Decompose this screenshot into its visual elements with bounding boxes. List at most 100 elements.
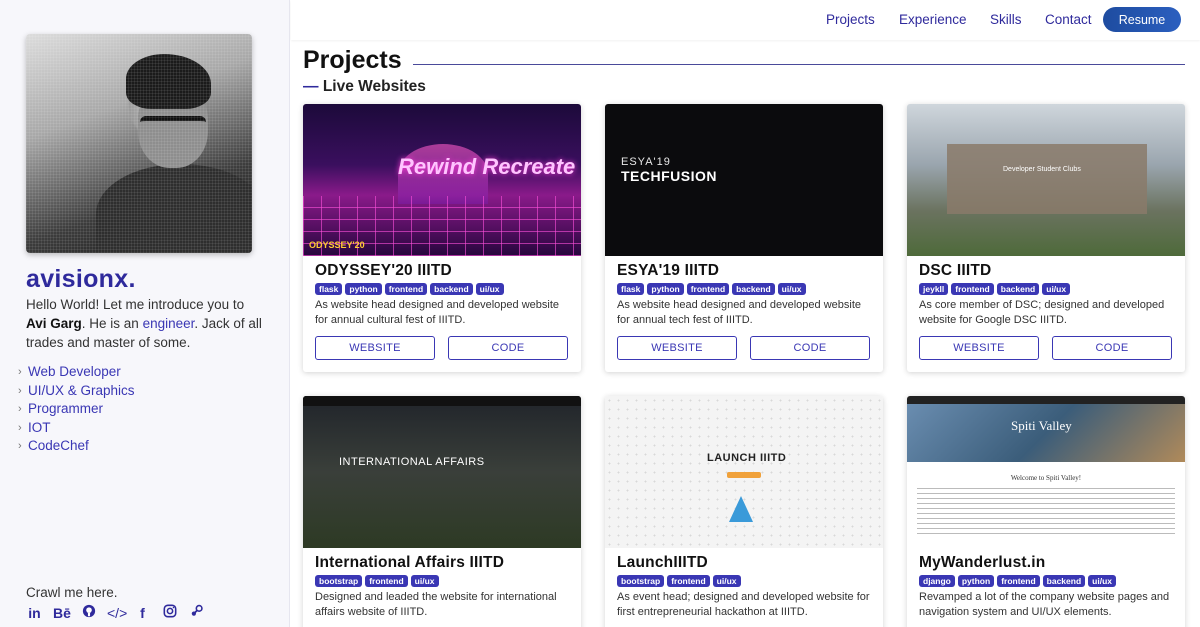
project-card-mywanderlust: Spiti Valley Welcome to Spiti Valley! My… — [907, 396, 1185, 627]
role-programmer[interactable]: › Programmer — [18, 400, 135, 419]
project-tags: flask python frontend backend ui/ux — [315, 283, 504, 295]
tag: flask — [617, 283, 645, 295]
code-button[interactable]: CODE — [448, 336, 568, 360]
roles-list: › Web Developer › UI/UX & Graphics › Progra… — [18, 363, 135, 456]
role-label: Web Developer — [28, 364, 121, 379]
engineer-link[interactable]: engineer — [143, 316, 195, 331]
intro-mid: . He is an — [81, 316, 139, 331]
project-description: As event head; designed and developed we… — [617, 591, 870, 618]
project-tags: jeykll frontend backend ui/ux — [919, 283, 1071, 295]
tag: backend — [732, 283, 775, 295]
sidebar: avisionx. Hello World! Let me introduce … — [0, 0, 290, 627]
social-links: in Bē </> f — [26, 604, 205, 621]
chevron-right-icon: › — [18, 403, 22, 415]
tag: bootstrap — [617, 575, 665, 587]
chevron-right-icon: › — [18, 440, 22, 452]
tag: bootstrap — [315, 575, 363, 587]
facebook-icon[interactable]: f — [134, 605, 151, 621]
role-codechef[interactable]: › CodeChef — [18, 437, 135, 456]
tag: python — [647, 283, 684, 295]
crawl-label: Crawl me here. — [26, 585, 118, 600]
project-thumbnail: Spiti Valley Welcome to Spiti Valley! — [907, 396, 1185, 548]
project-tags: bootstrap frontend ui/ux — [617, 575, 741, 587]
role-label: CodeChef — [28, 438, 89, 453]
brand-name: avisionx. — [26, 265, 136, 293]
intro-pre: Hello World! Let me introduce you to — [26, 297, 245, 312]
project-tags: django python frontend backend ui/ux — [919, 575, 1116, 587]
tag: ui/ux — [712, 575, 741, 587]
project-title: DSC IIITD — [919, 262, 992, 279]
tag: backend — [430, 283, 473, 295]
role-label: Programmer — [28, 401, 104, 416]
project-title: MyWanderlust.in — [919, 554, 1046, 571]
intro-text: Hello World! Let me introduce you to Avi… — [26, 295, 266, 352]
tag: ui/ux — [475, 283, 504, 295]
chevron-right-icon: › — [18, 421, 22, 434]
tag: flask — [315, 283, 343, 295]
resume-button[interactable]: Resume — [1103, 7, 1181, 32]
section-subtitle: — Live Websites — [303, 78, 426, 95]
tag: django — [919, 575, 955, 587]
linkedin-icon[interactable]: in — [26, 605, 43, 621]
top-nav: Projects Experience Skills Contact Resum… — [291, 0, 1200, 40]
tag: frontend — [686, 283, 730, 295]
nav-projects[interactable]: Projects — [826, 12, 875, 27]
project-title: LaunchIIITD — [617, 554, 708, 571]
project-card-launchiiitd: LAUNCH IIITD LaunchIIITD bootstrap front… — [605, 396, 883, 627]
thumbnail-text: Spiti Valley — [1011, 418, 1072, 433]
behance-icon[interactable]: Bē — [53, 605, 71, 621]
chevron-right-icon: › — [18, 366, 22, 378]
role-iot[interactable]: › IOT — [18, 419, 135, 438]
website-button[interactable]: WEBSITE — [315, 336, 435, 360]
github-icon[interactable] — [80, 604, 97, 621]
project-thumbnail: Rewind Recreate ODYSSEY'20 — [303, 104, 581, 256]
thumbnail-text: Rewind Recreate — [398, 154, 576, 179]
project-tags: bootstrap frontend ui/ux — [315, 575, 439, 587]
website-button[interactable]: WEBSITE — [617, 336, 737, 360]
role-uiux-graphics[interactable]: › UI/UX & Graphics — [18, 382, 135, 401]
project-description: As website head designed and developed w… — [617, 299, 862, 326]
nav-experience[interactable]: Experience — [899, 12, 967, 27]
project-thumbnail: INTERNATIONAL AFFAIRS — [303, 396, 581, 548]
website-button[interactable]: WEBSITE — [919, 336, 1039, 360]
tag: backend — [996, 283, 1040, 295]
project-thumbnail: LAUNCH IIITD — [605, 396, 883, 548]
rocket-icon — [729, 496, 753, 522]
thumbnail-text: ESYA'19 — [621, 156, 671, 168]
project-tags: flask python frontend backend ui/ux — [617, 283, 806, 295]
project-description: As website head designed and developed w… — [315, 299, 560, 326]
steam-icon[interactable] — [188, 604, 205, 621]
tag: ui/ux — [1088, 575, 1116, 587]
tag: frontend — [667, 575, 710, 587]
role-web-developer[interactable]: › Web Developer — [18, 363, 135, 382]
code-button[interactable]: CODE — [1052, 336, 1172, 360]
tag: frontend — [384, 283, 428, 295]
project-description: Designed and leaded the website for inte… — [315, 591, 557, 618]
code-icon[interactable]: </> — [107, 605, 127, 621]
tag: backend — [1042, 575, 1086, 587]
tag: ui/ux — [777, 283, 806, 295]
project-thumbnail: ESYA'19 TECHFUSION — [605, 104, 883, 256]
tag: jeykll — [919, 283, 949, 295]
tag: ui/ux — [410, 575, 439, 587]
thumbnail-text: INTERNATIONAL AFFAIRS — [339, 456, 485, 468]
thumbnail-text: LAUNCH IIITD — [707, 452, 787, 464]
profile-photo — [26, 34, 252, 253]
nav-contact[interactable]: Contact — [1045, 12, 1092, 27]
project-card-odyssey: Rewind Recreate ODYSSEY'20 ODYSSEY'20 II… — [303, 104, 581, 372]
project-title: ODYSSEY'20 IIITD — [315, 262, 452, 279]
role-label: IOT — [28, 419, 51, 435]
tag: ui/ux — [1042, 283, 1071, 295]
intro-name: Avi Garg — [26, 316, 82, 331]
tag: frontend — [997, 575, 1040, 587]
nav-skills[interactable]: Skills — [990, 12, 1022, 27]
project-thumbnail: Developer Student Clubs — [907, 104, 1185, 256]
tag: python — [957, 575, 995, 587]
code-button[interactable]: CODE — [750, 336, 870, 360]
project-card-dsc: Developer Student Clubs DSC IIITD jeykll… — [907, 104, 1185, 372]
project-title: ESYA'19 IIITD — [617, 262, 720, 279]
subheading-text: Live Websites — [322, 78, 426, 95]
thumbnail-text: Developer Student Clubs — [1003, 166, 1081, 173]
instagram-icon[interactable] — [161, 604, 178, 621]
thumbnail-footer: ODYSSEY'20 — [309, 240, 365, 250]
